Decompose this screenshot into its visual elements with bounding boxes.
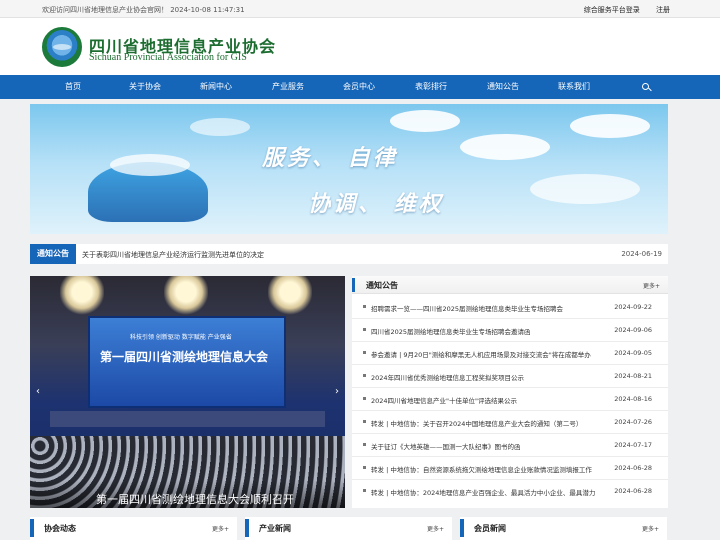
notice-panel: 通知公告 更多+ 招聘需求一览——四川省2025届测绘地理信息类毕业生专场招聘会…: [352, 276, 668, 508]
service-login-link[interactable]: 综合服务平台登录: [584, 6, 640, 14]
list-item[interactable]: 转发 | 中地信协：自然资源系统拖欠测绘地理信息企业账款情况监测填报工作 2024…: [352, 457, 668, 480]
list-item[interactable]: 转发 | 中地信协：2024地理信息产业百强企业、最具活力中小企业、最具潜力 20…: [352, 480, 668, 503]
nav-item-industry[interactable]: 产业服务: [253, 75, 323, 99]
top-links: 综合服务平台登录 注册: [570, 5, 670, 15]
banner-line-2: 协调、 维权: [308, 192, 444, 217]
news-photo-slider[interactable]: 科技引领 创新驱动 数字赋能 产业强省 第一届四川省测绘地理信息大会 ‹ › 第…: [30, 276, 345, 508]
member-news-section: 会员新闻 更多+: [460, 517, 667, 540]
nav-item-home[interactable]: 首页: [38, 75, 108, 99]
section-title: 会员新闻: [474, 524, 506, 533]
welcome-text: 欢迎访问四川省地理信息产业协会官网！ 2024-10-08 11:47:31: [42, 6, 245, 14]
slider-prev-icon[interactable]: ‹: [36, 386, 40, 397]
nav-item-news[interactable]: 新闻中心: [181, 75, 251, 99]
list-item[interactable]: 四川省2025届测绘地理信息类毕业生专场招聘会邀请函 2024-09-06: [352, 319, 668, 342]
notice-more-link[interactable]: 更多+: [643, 281, 660, 290]
section-more-link[interactable]: 更多+: [642, 524, 659, 533]
list-item[interactable]: 2024年四川省优秀测绘地理信息工程奖拟奖项目公示 2024-08-21: [352, 365, 668, 388]
top-bar: 欢迎访问四川省地理信息产业协会官网！ 2024-10-08 11:47:31 综…: [0, 0, 720, 18]
slider-next-icon[interactable]: ›: [335, 386, 339, 397]
list-item[interactable]: 参会邀请 | 9月20日"测绘和摩黑无人机应用场景及对接交流会"将在成都举办 20…: [352, 342, 668, 365]
section-title: 产业新闻: [259, 524, 291, 533]
list-item[interactable]: 2024四川省地理信息产业"十佳单位"评选结果公示 2024-08-16: [352, 388, 668, 411]
main-nav: 首页 关于协会 新闻中心 产业服务 会员中心 表彰排行 通知公告 联系我们: [0, 75, 720, 99]
industry-news-section: 产业新闻 更多+: [245, 517, 452, 540]
slider-caption-bar: 第一届四川省测绘地理信息大会顺利召开: [30, 480, 345, 508]
list-item[interactable]: 转发 | 中地信协：关于召开2024中国地理信息产业大会的通知（第二号） 2024…: [352, 411, 668, 434]
nav-item-members[interactable]: 会员中心: [324, 75, 394, 99]
banner-pagination[interactable]: [306, 228, 391, 234]
list-item[interactable]: 招聘需求一览——四川省2025届测绘地理信息类毕业生专场招聘会 2024-09-2…: [352, 296, 668, 319]
nav-item-about[interactable]: 关于协会: [110, 75, 180, 99]
list-item[interactable]: 关于征订《大地英雄——国测一大队纪事》图书的函 2024-07-17: [352, 434, 668, 457]
site-header: 四川省地理信息产业协会 Sichuan Provincial Associati…: [0, 18, 720, 75]
screen-title: 第一届四川省测绘地理信息大会: [100, 350, 269, 364]
nav-item-contact[interactable]: 联系我们: [539, 75, 609, 99]
notice-panel-header: 通知公告 更多+: [352, 276, 668, 294]
hero-banner[interactable]: 服务、 自律 协调、 维权: [30, 104, 668, 234]
register-link[interactable]: 注册: [656, 6, 670, 14]
notice-panel-title: 通知公告: [366, 281, 398, 290]
banner-line-1: 服务、 自律: [262, 146, 398, 171]
section-title: 协会动态: [44, 524, 76, 533]
logo-name-en[interactable]: Sichuan Provincial Association for GIS: [89, 52, 247, 63]
notice-ticker-date: 2024-06-19: [621, 250, 662, 258]
association-news-section: 协会动态 更多+: [30, 517, 237, 540]
section-more-link[interactable]: 更多+: [212, 524, 229, 533]
search-icon[interactable]: [642, 83, 649, 90]
nav-item-ranking[interactable]: 表彰排行: [396, 75, 466, 99]
notice-ticker-text[interactable]: 关于表彰四川省地理信息产业经济运行监测先进单位的决定: [82, 250, 264, 260]
nav-item-notices[interactable]: 通知公告: [468, 75, 538, 99]
section-more-link[interactable]: 更多+: [427, 524, 444, 533]
notice-ticker-tag: 通知公告: [30, 244, 76, 264]
notice-ticker: 通知公告 关于表彰四川省地理信息产业经济运行监测先进单位的决定 2024-06-…: [30, 244, 668, 264]
conference-screen: 科技引领 创新驱动 数字赋能 产业强省 第一届四川省测绘地理信息大会: [88, 316, 286, 408]
slider-caption[interactable]: 第一届四川省测绘地理信息大会顺利召开: [96, 491, 294, 507]
screen-subtitle: 科技引领 创新驱动 数字赋能 产业强省: [130, 334, 232, 341]
logo-icon[interactable]: [42, 27, 82, 67]
